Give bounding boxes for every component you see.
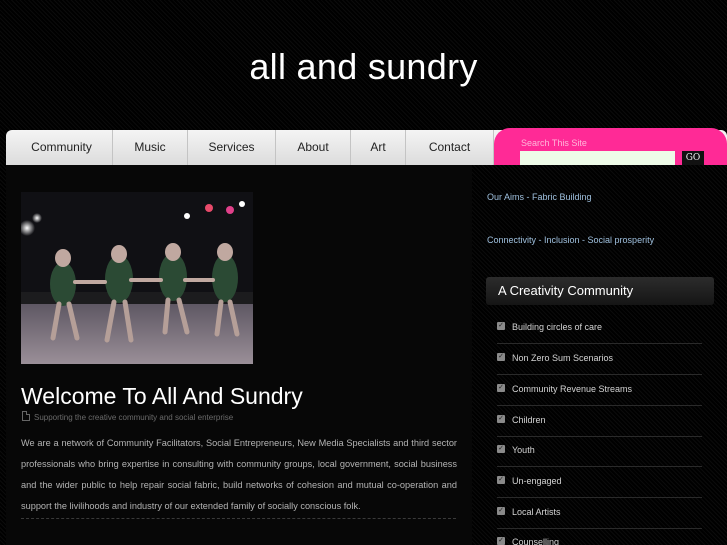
nav-item-art[interactable]: Art	[351, 130, 406, 165]
nav-item-contact[interactable]: Contact	[406, 130, 494, 165]
widget-item[interactable]: ✓ Local Artists	[497, 498, 702, 529]
widget-item[interactable]: ✓ Building circles of care	[497, 313, 702, 344]
widget-item-label: Local Artists	[512, 507, 561, 517]
document-icon	[22, 411, 30, 421]
site-title[interactable]: all and sundry	[0, 46, 727, 88]
post-divider	[21, 518, 456, 519]
widget-item-label: Youth	[512, 445, 535, 455]
widget-item[interactable]: ✓ Counselling	[497, 528, 702, 545]
widget-item[interactable]: ✓ Youth	[497, 436, 702, 467]
widget-item-label: Counselling	[512, 537, 560, 545]
nav-item-community[interactable]: Community	[11, 130, 113, 165]
sidebar-link-connectivity[interactable]: Connectivity - Inclusion - Social prospe…	[487, 235, 654, 245]
widget-item-label: Un-engaged	[512, 476, 562, 486]
search-panel: Search This Site GO	[494, 128, 727, 165]
widget-item-label: Building circles of care	[512, 322, 603, 332]
checkmark-icon: ✓	[497, 445, 505, 453]
widget-item-label: Community Revenue Streams	[512, 384, 633, 394]
widget-item[interactable]: ✓ Un-engaged	[497, 467, 702, 498]
checkmark-icon: ✓	[497, 476, 505, 484]
post-body: We are a network of Community Facilitato…	[21, 438, 457, 511]
nav-item-services[interactable]: Services	[188, 130, 276, 165]
nav-item-about[interactable]: About	[276, 130, 351, 165]
sidebar-link-our-aims[interactable]: Our Aims - Fabric Building	[487, 192, 592, 202]
checkmark-icon: ✓	[497, 537, 505, 545]
nav-item-music[interactable]: Music	[113, 130, 188, 165]
post-title[interactable]: Welcome To All And Sundry	[21, 383, 303, 410]
search-input[interactable]	[520, 151, 675, 165]
dancers-photo	[21, 192, 253, 364]
checkmark-icon: ✓	[497, 384, 505, 392]
checkmark-icon: ✓	[497, 353, 505, 361]
widget-item[interactable]: ✓ Non Zero Sum Scenarios	[497, 344, 702, 375]
search-label: Search This Site	[521, 138, 587, 148]
post-meta: Supporting the creative community and so…	[22, 411, 233, 423]
search-go-button[interactable]: GO	[682, 151, 704, 165]
widget-item[interactable]: ✓ Children	[497, 406, 702, 437]
checkmark-icon: ✓	[497, 322, 505, 330]
widget-item[interactable]: ✓ Community Revenue Streams	[497, 375, 702, 406]
post-meta-text: Supporting the creative community and so…	[34, 413, 234, 422]
widget-item-label: Children	[512, 415, 546, 425]
checkmark-icon: ✓	[497, 415, 505, 423]
widget-item-label: Non Zero Sum Scenarios	[512, 353, 614, 363]
checkmark-icon: ✓	[497, 507, 505, 515]
widget-title: A Creativity Community	[486, 277, 714, 305]
